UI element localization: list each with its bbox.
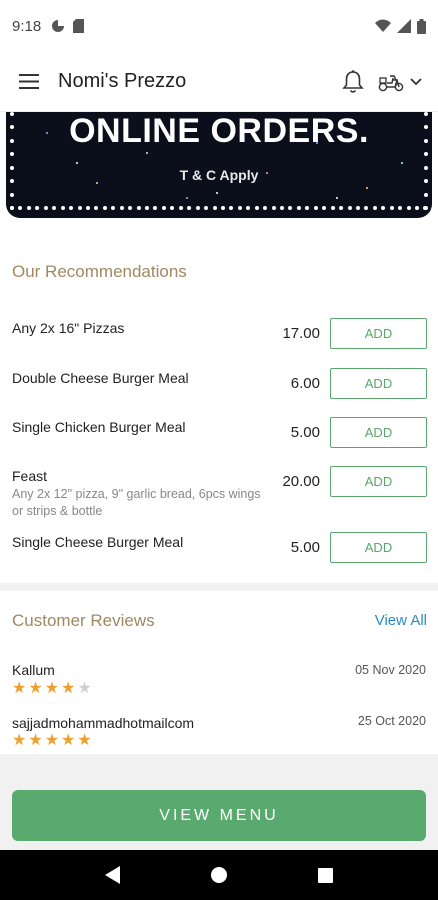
add-button[interactable]: ADD (330, 318, 427, 349)
star-empty-icon: ★ (77, 680, 92, 697)
recommendations-title: Our Recommendations (12, 262, 187, 281)
system-navigation-bar (0, 850, 438, 900)
reviews-title: Customer Reviews (12, 611, 155, 630)
section-divider (0, 583, 438, 591)
item-price: 5.00 (290, 539, 320, 556)
review-date: 05 Nov 2020 (355, 663, 426, 677)
star-filled-icon: ★ (44, 732, 60, 749)
review-date: 25 Oct 2020 (357, 714, 426, 728)
banner-title: ONLINE ORDERS. (69, 112, 369, 150)
chevron-down-icon (410, 77, 422, 85)
menu-button[interactable] (0, 52, 58, 112)
review-rating: ★ ★ ★ ★ ★ (12, 733, 92, 749)
star-filled-icon: ★ (28, 732, 43, 749)
add-button[interactable]: ADD (330, 532, 427, 563)
star-filled-icon: ★ (44, 680, 60, 697)
star-filled-icon: ★ (61, 680, 76, 697)
battery-icon (417, 18, 426, 34)
status-system-icons (375, 18, 426, 34)
notification-bell-icon[interactable] (342, 69, 364, 94)
item-name: Any 2x 16" Pizzas (12, 320, 125, 336)
item-price: 6.00 (290, 375, 320, 392)
item-price: 5.00 (290, 424, 320, 441)
app-bar: Nomi's Prezzo (0, 52, 438, 112)
item-price: 17.00 (282, 325, 320, 342)
review-rating: ★ ★ ★ ★ ★ (12, 681, 92, 697)
hamburger-menu-icon (19, 74, 39, 89)
star-filled-icon: ★ (12, 732, 27, 749)
banner-bottom-lights (10, 206, 428, 212)
delivery-scooter-icon (378, 74, 404, 91)
banner-right-lights (424, 112, 428, 210)
banner-subtitle: T & C Apply (179, 167, 259, 183)
sd-card-icon (73, 19, 85, 33)
promo-banner-area: ONLINE ORDERS. T & C Apply (0, 112, 438, 230)
banner-left-lights (10, 112, 14, 210)
item-name: Single Cheese Burger Meal (12, 534, 184, 550)
back-icon[interactable] (105, 866, 121, 884)
item-price: 20.00 (282, 473, 320, 490)
status-time: 9:18 (12, 17, 42, 35)
app-title: Nomi's Prezzo (58, 70, 187, 92)
item-description: Any 2x 12" pizza, 9" garlic bread, 6pcs … (12, 487, 261, 518)
status-notification-icons (51, 19, 85, 33)
cell-signal-icon (397, 19, 411, 33)
star-filled-icon: ★ (12, 680, 27, 697)
item-name: Single Chicken Burger Meal (12, 419, 186, 435)
home-icon[interactable] (211, 867, 228, 883)
wifi-icon (375, 19, 391, 32)
reviewer-name: Kallum (12, 662, 55, 678)
reviewer-name: sajjadmohammadhotmailcom (12, 715, 195, 731)
data-saver-icon (52, 20, 65, 32)
add-button[interactable]: ADD (330, 368, 427, 399)
add-button[interactable]: ADD (330, 466, 427, 497)
promo-banner[interactable]: ONLINE ORDERS. T & C Apply (6, 112, 432, 218)
status-bar: 9:18 (0, 0, 438, 52)
item-name: Double Cheese Burger Meal (12, 370, 189, 386)
item-name: Feast (12, 468, 48, 484)
order-mode-selector[interactable] (378, 72, 422, 92)
add-button[interactable]: ADD (330, 417, 427, 448)
view-all-reviews-link[interactable]: View All (375, 612, 427, 629)
star-filled-icon: ★ (28, 680, 43, 697)
recents-icon[interactable] (317, 867, 333, 883)
view-menu-button[interactable]: VIEW MENU (12, 790, 426, 841)
star-filled-icon: ★ (77, 732, 92, 749)
star-filled-icon: ★ (61, 732, 76, 749)
